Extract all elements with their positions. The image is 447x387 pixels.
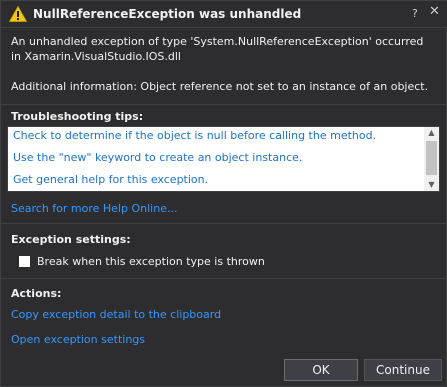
search-help-online-link[interactable]: Search for more Help Online... bbox=[11, 202, 177, 215]
dialog-title: NullReferenceException was unhandled bbox=[33, 7, 302, 21]
scroll-down-icon[interactable]: ▼ bbox=[424, 179, 439, 191]
separator bbox=[1, 223, 447, 224]
warning-icon bbox=[9, 6, 27, 22]
open-exception-settings-link[interactable]: Open exception settings bbox=[11, 333, 145, 346]
close-icon[interactable]: ✕ bbox=[429, 4, 440, 19]
scroll-up-icon[interactable]: ▲ bbox=[424, 127, 439, 139]
separator bbox=[1, 104, 447, 105]
help-icon[interactable]: ? bbox=[412, 7, 418, 20]
additional-information: Additional information: Object reference… bbox=[11, 80, 429, 93]
exception-settings-heading: Exception settings: bbox=[11, 233, 131, 246]
continue-button[interactable]: Continue bbox=[364, 359, 442, 381]
ok-button[interactable]: OK bbox=[284, 359, 358, 381]
tip-link-new-keyword[interactable]: Use the "new" keyword to create an objec… bbox=[13, 151, 302, 164]
title-bar: NullReferenceException was unhandled ? ✕ bbox=[1, 1, 447, 28]
actions-heading: Actions: bbox=[11, 287, 62, 300]
break-on-exception-label[interactable]: Break when this exception type is thrown bbox=[37, 255, 265, 268]
exception-dialog: NullReferenceException was unhandled ? ✕… bbox=[0, 0, 447, 387]
scroll-thumb[interactable] bbox=[426, 141, 437, 175]
separator bbox=[1, 278, 447, 279]
exception-message: An unhandled exception of type 'System.N… bbox=[11, 35, 424, 63]
tips-scrollbar[interactable]: ▲ ▼ bbox=[424, 127, 439, 191]
troubleshooting-heading: Troubleshooting tips: bbox=[11, 110, 144, 123]
break-on-exception-checkbox[interactable] bbox=[19, 256, 30, 267]
troubleshooting-tips-list[interactable]: Check to determine if the object is null… bbox=[7, 126, 440, 192]
copy-exception-detail-link[interactable]: Copy exception detail to the clipboard bbox=[11, 308, 221, 321]
tip-link-null-check[interactable]: Check to determine if the object is null… bbox=[13, 129, 376, 142]
tip-link-general-help[interactable]: Get general help for this exception. bbox=[13, 173, 208, 186]
